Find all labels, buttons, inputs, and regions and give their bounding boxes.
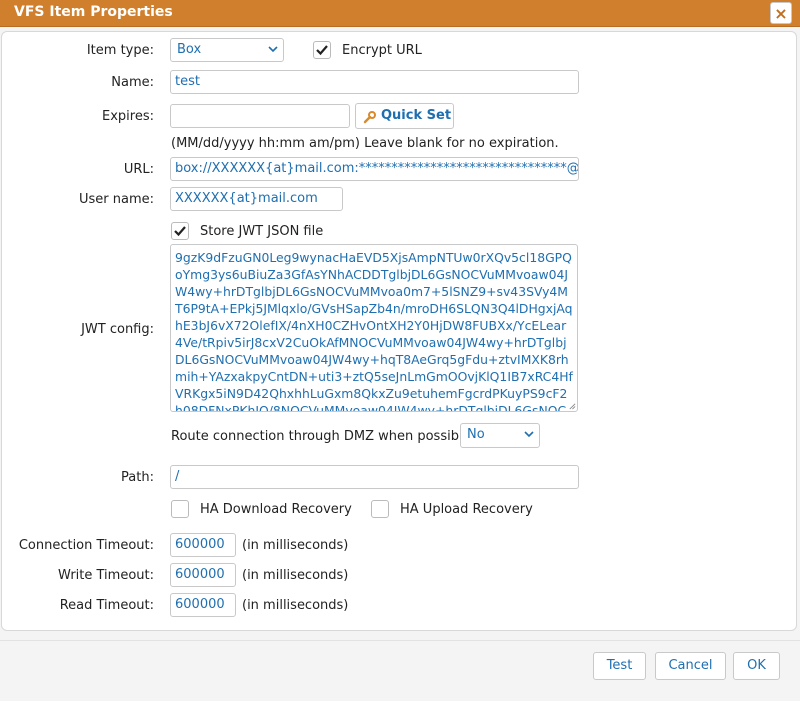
- encrypt-url-checkbox[interactable]: [313, 41, 331, 59]
- chevron-down-icon: [268, 46, 278, 53]
- expires-input[interactable]: [170, 104, 350, 128]
- route-dmz-select[interactable]: No: [460, 423, 540, 448]
- ok-button[interactable]: OK: [733, 652, 780, 680]
- checkmark-icon: [174, 226, 186, 237]
- jwt-config-label: JWT config:: [81, 322, 154, 337]
- url-input[interactable]: box://XXXXXX{at}mail.com:***************…: [170, 157, 579, 181]
- title-bar[interactable]: VFS Item Properties ×: [0, 0, 800, 27]
- ha-upload-label: HA Upload Recovery: [400, 502, 533, 517]
- ha-download-checkbox[interactable]: [171, 500, 189, 518]
- name-label: Name:: [111, 75, 154, 90]
- ha-download-label: HA Download Recovery: [200, 502, 352, 517]
- vfs-item-properties-dialog: VFS Item Properties × Item type: Box Enc…: [0, 0, 800, 701]
- write-timeout-input[interactable]: 600000: [170, 563, 236, 587]
- close-icon[interactable]: ×: [770, 2, 792, 24]
- route-dmz-value: No: [467, 427, 485, 442]
- item-type-value: Box: [177, 42, 202, 57]
- user-name-label: User name:: [78, 192, 154, 207]
- path-label: Path:: [121, 470, 154, 485]
- store-jwt-checkbox[interactable]: [171, 222, 189, 240]
- route-dmz-label: Route connection through DMZ when possib…: [171, 429, 475, 444]
- write-timeout-label: Write Timeout:: [58, 568, 154, 583]
- test-button[interactable]: Test: [593, 652, 646, 680]
- cancel-button[interactable]: Cancel: [655, 652, 726, 680]
- read-timeout-unit: (in milliseconds): [242, 598, 349, 613]
- jwt-config-textarea[interactable]: 9gzK9dFzuGN0Leg9wynacHaEVD5XjsAmpNTUw0rX…: [170, 244, 578, 412]
- user-name-input[interactable]: XXXXXX{at}mail.com: [170, 187, 343, 211]
- quick-set-button[interactable]: Quick Set: [355, 103, 454, 129]
- quick-set-label: Quick Set: [381, 108, 452, 123]
- resize-grip-icon[interactable]: [568, 402, 576, 410]
- expires-label: Expires:: [102, 109, 154, 124]
- connection-timeout-label: Connection Timeout:: [18, 538, 154, 553]
- connection-timeout-input[interactable]: 600000: [170, 533, 236, 557]
- ha-upload-checkbox[interactable]: [371, 500, 389, 518]
- write-timeout-unit: (in milliseconds): [242, 568, 349, 583]
- checkmark-icon: [316, 45, 328, 56]
- read-timeout-input[interactable]: 600000: [170, 593, 236, 617]
- dialog-title: VFS Item Properties: [14, 4, 173, 20]
- read-timeout-label: Read Timeout:: [59, 598, 154, 613]
- connection-timeout-unit: (in milliseconds): [242, 538, 349, 553]
- item-type-select[interactable]: Box: [170, 38, 284, 62]
- chevron-down-icon: [524, 431, 534, 438]
- encrypt-url-label: Encrypt URL: [342, 43, 422, 58]
- url-label: URL:: [123, 162, 154, 177]
- expires-hint: (MM/dd/yyyy hh:mm am/pm) Leave blank for…: [171, 136, 559, 151]
- store-jwt-label: Store JWT JSON file: [200, 224, 324, 239]
- path-input[interactable]: /: [170, 465, 579, 489]
- item-type-label: Item type:: [86, 43, 154, 58]
- name-input[interactable]: test: [170, 70, 579, 94]
- wrench-icon: [363, 111, 376, 124]
